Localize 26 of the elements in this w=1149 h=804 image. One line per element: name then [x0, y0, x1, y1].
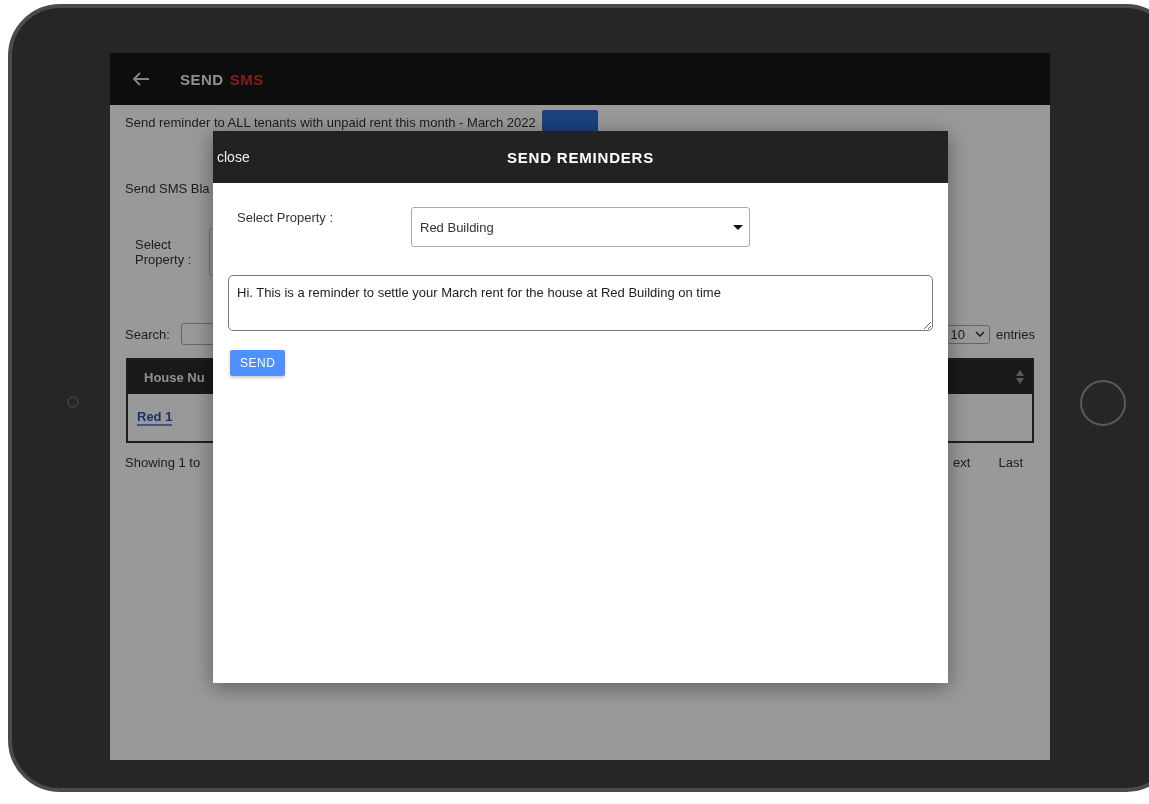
send-button[interactable] [541, 110, 598, 134]
caret-icon [733, 224, 743, 230]
house-link[interactable]: Red 1 [137, 409, 173, 426]
select-property-label: Select Property : [135, 237, 193, 267]
dialog-title: SEND REMINDERS [506, 148, 655, 166]
back-arrow-icon[interactable] [132, 71, 150, 87]
chevron-down-icon [974, 331, 985, 337]
page-title: SEND [180, 70, 224, 88]
reminder-text: Send reminder to ALL tenants with unpaid rent this month - March 2022 [125, 114, 536, 130]
property-dropdown[interactable]: Red Building [411, 207, 750, 247]
page-size-select[interactable]: 10 [945, 324, 990, 344]
sort-icon[interactable] [1016, 370, 1024, 384]
entries-label: entries [995, 326, 1035, 342]
home-button[interactable] [1080, 380, 1126, 426]
close-button[interactable]: close [213, 149, 254, 165]
showing-text: Showing 1 to [125, 455, 201, 470]
sms-blast-label: Send SMS Bla [125, 180, 210, 196]
camera-icon [67, 396, 79, 408]
pagination-link[interactable]: Last [998, 455, 1023, 470]
page-title-accent: SMS [229, 70, 264, 88]
pagination-link[interactable]: ext [953, 455, 971, 470]
send-button[interactable]: SEND [230, 350, 286, 376]
message-field[interactable]: Hi. This is a reminder to settle your March rent for the house at Red Building on time [228, 275, 933, 331]
property-label: Select Property : [237, 209, 335, 225]
search-label: Search: [125, 326, 170, 342]
column-header[interactable]: House Nu [144, 369, 205, 385]
